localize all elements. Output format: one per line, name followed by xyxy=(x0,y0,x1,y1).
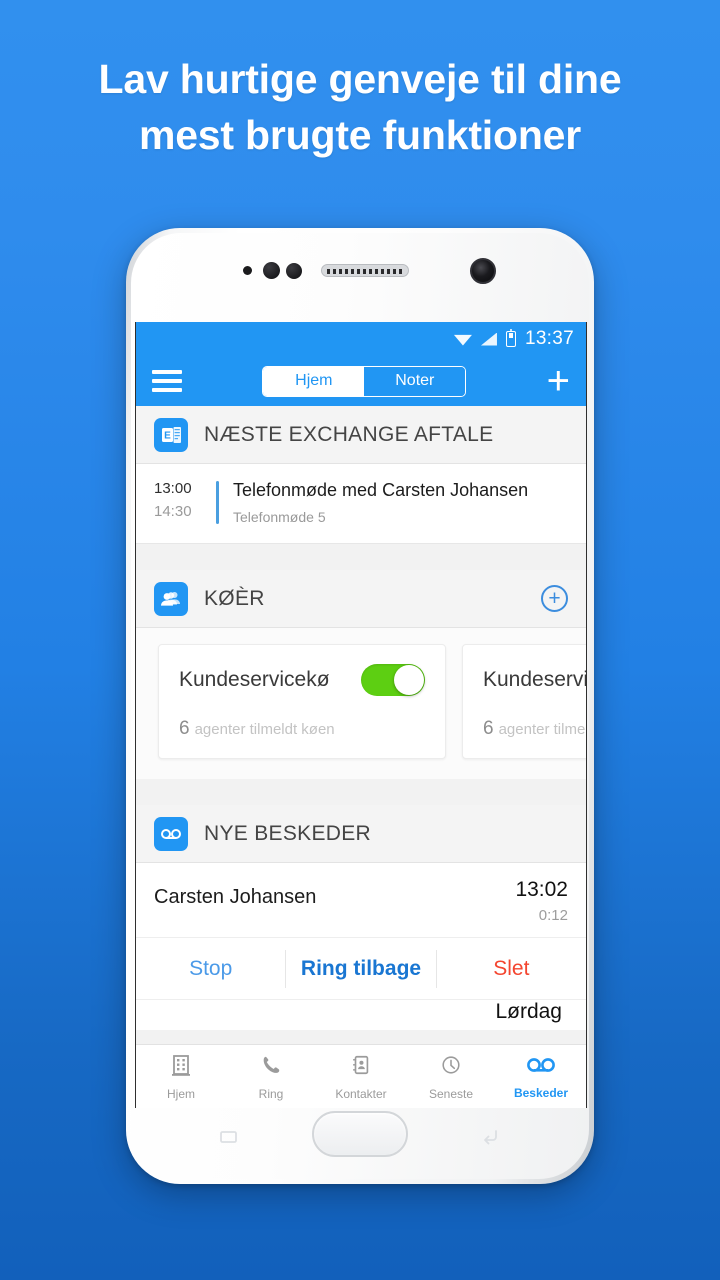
next-voicemail-partial[interactable]: Lørdag xyxy=(136,1000,586,1030)
section-header-exchange: E NÆSTE EXCHANGE AFTALE xyxy=(136,406,586,464)
queue-name: Kundeservicekø xyxy=(179,668,330,691)
status-bar: 13:37 xyxy=(136,322,586,356)
queue-agent-count: 6 xyxy=(179,718,190,739)
tab-hjem[interactable]: Hjem xyxy=(263,366,365,396)
voicemail-time: 13:02 xyxy=(515,878,568,901)
callback-button[interactable]: Ring tilbage xyxy=(286,957,435,981)
contacts-book-icon xyxy=(350,1053,372,1082)
section-title-exchange: NÆSTE EXCHANGE AFTALE xyxy=(204,422,494,446)
promo-headline: Lav hurtige genveje til dine mest brugte… xyxy=(0,52,720,164)
queue-meta-label: agenter tilmeldt køen xyxy=(194,721,335,738)
voicemail-icon xyxy=(154,816,188,851)
appointment-start-time: 13:00 xyxy=(154,480,192,497)
light-sensor-icon xyxy=(263,262,280,279)
queue-card[interactable]: Kundeservicekø 6agenter tilmeldt køen xyxy=(158,644,446,759)
voicemail-icon xyxy=(526,1054,556,1081)
queue-meta-label: agenter tilmeldt køen xyxy=(498,721,586,738)
phone-body: 13:37 Hjem Noter + E NÆSTE EXCHANGE AFTA… xyxy=(131,233,589,1179)
appointment-end-time: 14:30 xyxy=(154,503,192,520)
proximity-sensor-icon xyxy=(243,266,252,275)
back-hardware-icon xyxy=(479,1127,503,1145)
svg-text:E: E xyxy=(164,430,171,441)
tab-noter[interactable]: Noter xyxy=(364,366,466,396)
voicemail-actions: Stop Ring tilbage Slet xyxy=(136,938,586,1000)
queue-card-carousel[interactable]: Kundeservicekø 6 agenter tilmeldt køen Ku… xyxy=(136,628,586,779)
iris-sensor-icon xyxy=(286,263,302,279)
signal-icon xyxy=(480,332,497,346)
phone-screen: 13:37 Hjem Noter + E NÆSTE EXCHANGE AFTA… xyxy=(135,322,587,1108)
nav-item-kontakter[interactable]: Kontakter xyxy=(316,1053,406,1101)
section-header-queues: KØÈR + xyxy=(136,570,586,628)
section-title-queues: KØÈR xyxy=(204,586,265,610)
appointment-times: 13:00 14:30 xyxy=(154,480,212,525)
nav-label: Beskeder xyxy=(513,1085,569,1100)
appointment-accent-bar xyxy=(216,481,219,524)
nav-label: Hjem xyxy=(166,1086,195,1101)
headline-line-1: Lav hurtige genveje til dine xyxy=(98,56,622,102)
queue-agent-count: 6 xyxy=(483,718,494,739)
recents-hardware-icon xyxy=(217,1127,241,1145)
delete-button[interactable]: Slet xyxy=(437,957,586,981)
status-time: 13:37 xyxy=(524,328,574,349)
section-divider xyxy=(136,779,586,805)
front-camera-icon xyxy=(470,258,496,284)
queue-card[interactable]: Kundeservicekø 6agenter tilmeldt køen xyxy=(462,644,587,759)
nav-label: Kontakter xyxy=(335,1086,387,1101)
nav-item-ring[interactable]: Ring xyxy=(226,1053,316,1101)
section-title-messages: NYE BESKEDER xyxy=(204,821,371,845)
bottom-navigation: Hjem Ring Kontakter Seneste Beskeder xyxy=(136,1044,586,1108)
headline-line-2: mest brugte funktioner xyxy=(138,111,582,158)
phone-icon xyxy=(260,1053,282,1082)
wifi-icon xyxy=(453,334,472,346)
next-voicemail-day: Lørdag xyxy=(495,1000,562,1023)
segmented-tabs: Hjem Noter xyxy=(262,365,467,397)
nav-item-seneste[interactable]: Seneste xyxy=(406,1053,496,1101)
nav-label: Seneste xyxy=(428,1086,474,1101)
building-icon xyxy=(170,1053,192,1082)
nav-item-hjem[interactable]: Hjem xyxy=(136,1053,226,1101)
section-header-messages: NYE BESKEDER xyxy=(136,805,586,863)
section-divider xyxy=(136,544,586,570)
nav-item-beskeder[interactable]: Beskeder xyxy=(496,1054,586,1100)
nav-label: Ring xyxy=(258,1086,284,1101)
add-button[interactable]: + xyxy=(547,361,570,401)
stop-button[interactable]: Stop xyxy=(136,957,285,981)
battery-icon xyxy=(505,328,516,347)
appointment-subtitle: Telefonmøde 5 xyxy=(233,509,326,525)
home-hardware-button[interactable] xyxy=(312,1111,408,1157)
circle-plus-icon[interactable]: + xyxy=(541,585,568,612)
voicemail-duration: 0:12 xyxy=(538,907,568,924)
appointment-row[interactable]: 13:00 14:30 Telefonmøde med Carsten Joha… xyxy=(136,464,586,544)
queue-people-icon xyxy=(154,581,188,616)
voicemail-row[interactable]: Carsten Johansen 13:02 0:12 xyxy=(136,863,586,938)
clock-icon xyxy=(440,1053,462,1082)
voicemail-caller-name: Carsten Johansen xyxy=(154,886,317,908)
app-bar: Hjem Noter + xyxy=(136,356,586,406)
appointment-title: Telefonmøde med Carsten Johansen xyxy=(233,480,529,500)
phone-mockup: 13:37 Hjem Noter + E NÆSTE EXCHANGE AFTA… xyxy=(126,228,594,1184)
queue-name: Kundeservicekø xyxy=(483,668,587,691)
queue-meta: 6agenter tilmeldt køen xyxy=(483,718,586,740)
queue-toggle[interactable] xyxy=(361,664,425,696)
hamburger-menu-icon[interactable] xyxy=(152,370,182,392)
queue-meta: 6agenter tilmeldt køen xyxy=(179,718,425,740)
exchange-outlook-icon: E xyxy=(154,417,188,452)
earpiece-speaker xyxy=(321,264,409,277)
